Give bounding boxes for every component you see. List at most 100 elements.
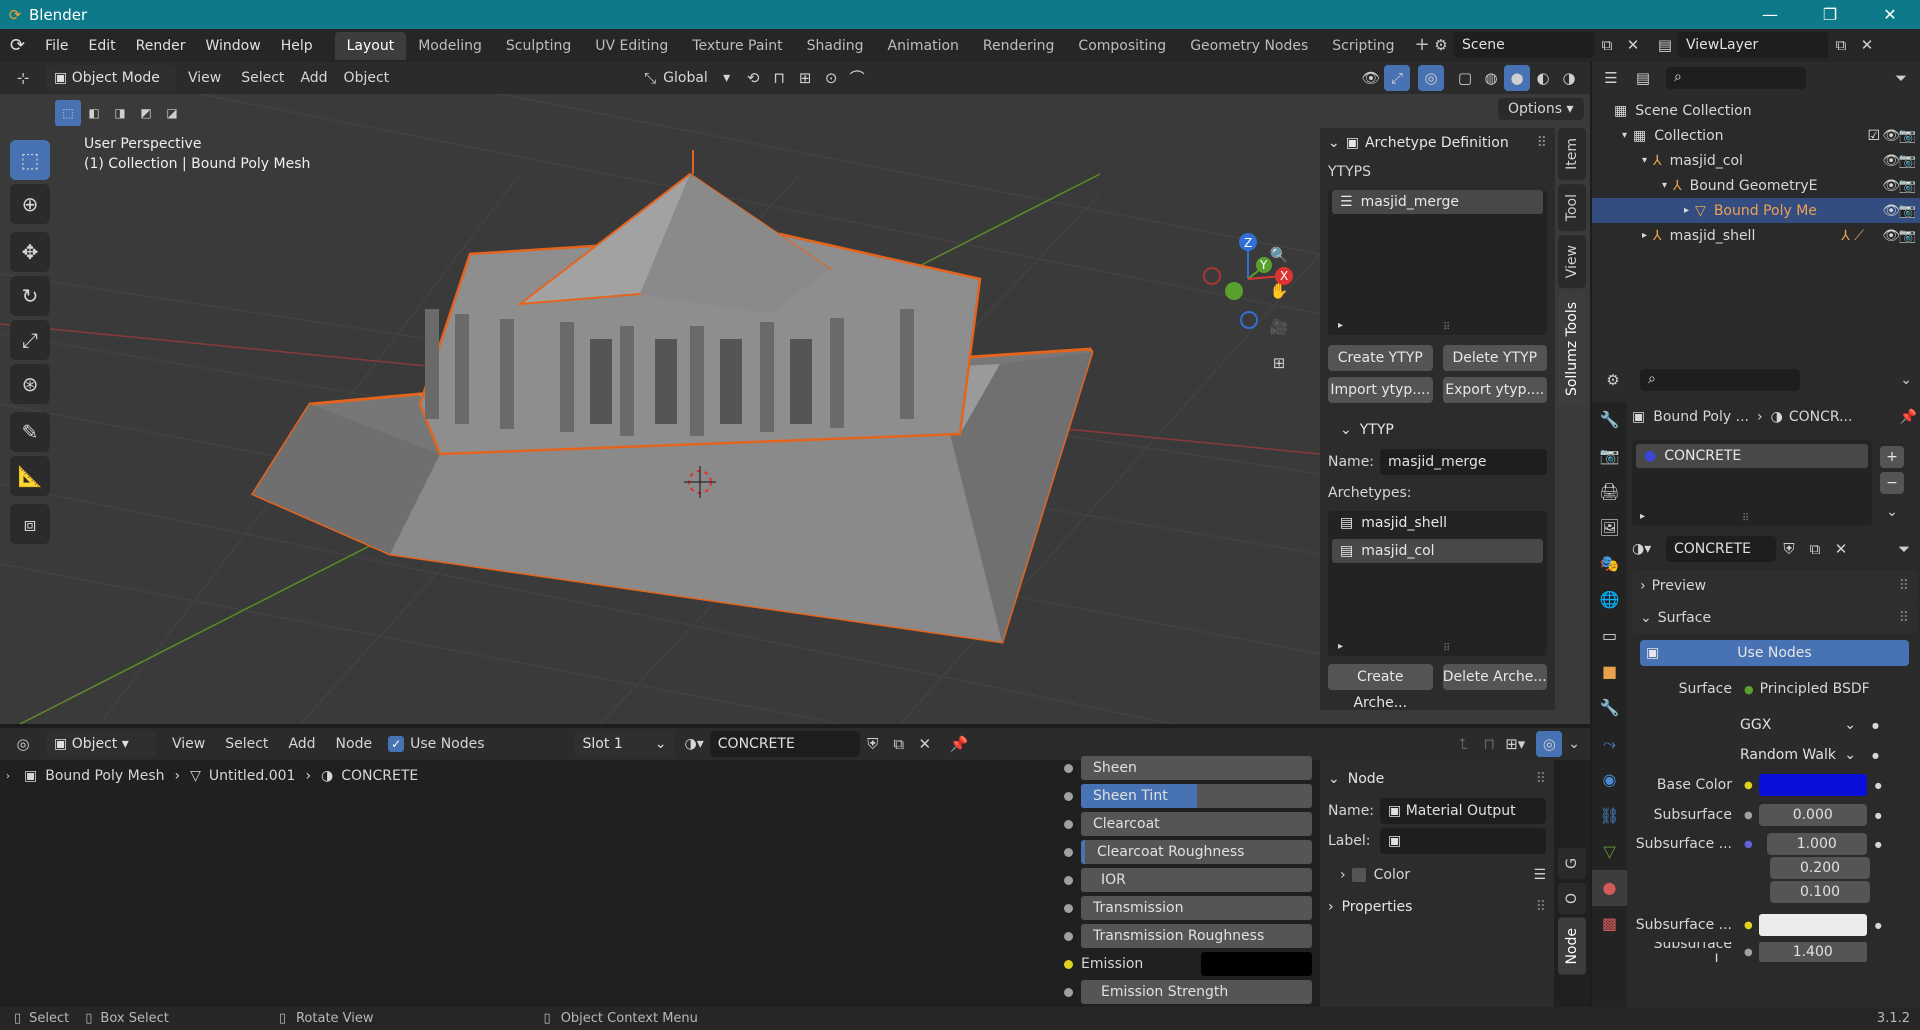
outliner-row-masjid-shell[interactable]: ▸ ⅄ masjid_shell ⅄ ⟋ 👁 📷 (1592, 223, 1920, 248)
transmission-field[interactable]: Transmission (1081, 896, 1312, 920)
outliner-row-bound-geometry[interactable]: ▾ ⅄ Bound GeometryE 👁 📷 (1592, 173, 1920, 198)
vp-menu-object[interactable]: Object (336, 70, 398, 86)
socket-icon[interactable] (1064, 847, 1073, 857)
node-name-input[interactable]: ▣ Material Output (1380, 798, 1546, 824)
solid-shading-icon[interactable]: ● (1504, 65, 1530, 91)
delete-archetype-button[interactable]: Delete Arche... (1442, 664, 1547, 690)
ne-menu-view[interactable]: View (156, 736, 215, 752)
subsurface-value-field[interactable]: 0.000 (1758, 804, 1867, 826)
options-dropdown[interactable]: Options ▾ (1498, 98, 1584, 120)
socket-icon[interactable] (1064, 903, 1073, 913)
outliner-row-masjid-col[interactable]: ▾ ⅄ masjid_col 👁 📷 (1592, 148, 1920, 173)
unlink-icon[interactable]: ✕ (1828, 536, 1854, 562)
tab-layout[interactable]: Layout (334, 31, 407, 60)
checkbox-icon[interactable]: ▣ (1346, 135, 1359, 151)
preview-section[interactable]: Preview (1652, 578, 1707, 594)
tab-g[interactable]: G (1558, 848, 1586, 879)
vp-menu-add[interactable]: Add (292, 70, 335, 86)
tab-compositing[interactable]: Compositing (1066, 32, 1178, 60)
drag-handle-icon[interactable]: ⠿ (1899, 610, 1909, 626)
socket-icon[interactable] (1064, 875, 1073, 885)
expand-icon[interactable]: ▾ (1622, 130, 1627, 141)
tab-geometry-nodes[interactable]: Geometry Nodes (1178, 32, 1320, 60)
ior-field[interactable]: IOR (1081, 868, 1312, 892)
create-archetype-button[interactable]: Create Arche... (1328, 664, 1433, 711)
overlay-toggle-icon[interactable]: ◎ (1536, 731, 1563, 757)
menu-help[interactable]: Help (271, 38, 323, 54)
vp-menu-select[interactable]: Select (233, 70, 292, 86)
node-editor-type-icon[interactable]: ◎ (10, 731, 36, 757)
blender-menu-icon[interactable]: ⟳ (0, 35, 35, 56)
subsurface-radius-y[interactable]: 0.200 (1770, 857, 1870, 879)
select-box-mode-icon[interactable]: ⬚ (55, 100, 81, 126)
eye-icon[interactable]: 👁 (1882, 128, 1900, 144)
ne-material-field[interactable]: CONCRETE (709, 731, 860, 757)
drag-handle-icon[interactable]: ⠿ (1536, 899, 1546, 915)
base-color-swatch[interactable] (1758, 774, 1867, 796)
tab-animation[interactable]: Animation (876, 32, 971, 60)
ytyp-list[interactable]: ☰ masjid_merge ▸ ⠿ (1328, 190, 1547, 335)
color-checkbox[interactable] (1351, 868, 1366, 882)
chevron-right-icon[interactable]: › (1640, 578, 1646, 594)
menu-window[interactable]: Window (196, 38, 271, 54)
chevron-down-icon[interactable]: ⌄ (1640, 610, 1652, 626)
fake-user-icon[interactable]: ⛨ (860, 731, 886, 757)
mode-select[interactable]: ▣ Object Mode ▾ (46, 65, 176, 106)
resize-handle-icon[interactable]: ⠿ (1443, 643, 1450, 654)
viewlayer-field[interactable]: ViewLayer (1678, 32, 1828, 58)
filter-icon[interactable]: ⏷ (1888, 65, 1914, 91)
node-input-row[interactable]: IOR (1064, 866, 1312, 894)
ortho-grid-icon[interactable]: ⊞ (1266, 350, 1292, 376)
outliner-row-bound-poly-mesh[interactable]: ▸ ▽ Bound Poly Me 👁 📷 (1592, 198, 1920, 223)
resize-handle-icon[interactable]: ⠿ (1443, 322, 1450, 333)
tab-uv-editing[interactable]: UV Editing (583, 32, 680, 60)
tab-sollumz-tools[interactable]: Sollumz Tools (1558, 292, 1586, 407)
expand-icon[interactable]: ▸ (1338, 320, 1343, 331)
new-viewlayer-icon[interactable]: ⧉ (1828, 32, 1854, 58)
scene-field[interactable]: Scene (1454, 32, 1594, 58)
material-slot-list[interactable]: ● CONCRETE ▸ ⠿ (1632, 440, 1872, 526)
camera-icon[interactable]: 📷 (1899, 178, 1916, 194)
new-scene-icon[interactable]: ⧉ (1594, 32, 1620, 58)
editor-type-icon[interactable]: ⊹ (10, 65, 36, 91)
gizmo-toggle-icon[interactable]: ⤢ (1384, 65, 1410, 91)
create-ytyp-button[interactable]: Create YTYP (1328, 345, 1433, 371)
snap-node-icon[interactable]: ⊞▾ (1502, 731, 1528, 757)
node-input-row[interactable]: Transmission Roughness (1064, 922, 1312, 950)
transmission-roughness-field[interactable]: Transmission Roughness (1081, 924, 1312, 948)
chevron-down-icon[interactable]: ⌄ (1328, 771, 1340, 787)
collection-tab-icon[interactable]: ▭ (1592, 618, 1627, 654)
camera-icon[interactable]: 📷 (1899, 203, 1916, 219)
scene-tab-icon[interactable]: 🎭 (1592, 546, 1627, 582)
visibility-icon[interactable]: 👁 (1358, 65, 1384, 91)
socket-icon[interactable] (1064, 987, 1073, 997)
subsurface-method-select[interactable]: Random Walk ⌄ (1732, 742, 1864, 768)
tool-tab-icon[interactable]: 🔧 (1592, 402, 1627, 438)
use-nodes-checkbox[interactable]: ✓ (388, 736, 405, 752)
minimize-button[interactable]: — (1740, 0, 1800, 29)
expand-icon[interactable]: ▸ (1684, 205, 1689, 216)
export-ytyp-button[interactable]: Export ytyp.... (1442, 377, 1547, 403)
delete-scene-icon[interactable]: ✕ (1620, 32, 1646, 58)
subsurface-radius-x[interactable]: 1.000 (1766, 833, 1867, 855)
chevron-right-icon[interactable]: › (1328, 899, 1334, 915)
archetype-list[interactable]: ▤ masjid_shell ▤ masjid_col ▸ ⠿ (1328, 511, 1547, 656)
delete-viewlayer-icon[interactable]: ✕ (1854, 32, 1880, 58)
checkbox-icon[interactable]: ☑ (1867, 128, 1880, 144)
display-mode-icon[interactable]: ▤ (1630, 65, 1656, 91)
zoom-icon[interactable]: 🔍 (1266, 242, 1292, 268)
pin-icon[interactable]: 📌 (946, 731, 972, 757)
physics-tab-icon[interactable]: ◉ (1592, 762, 1627, 798)
snap-target-icon[interactable]: ⊞ (792, 65, 818, 91)
drag-handle-icon[interactable]: ⠿ (1536, 771, 1546, 787)
close-button[interactable]: ✕ (1860, 0, 1920, 29)
overlay-toggle-icon[interactable]: ◎ (1418, 65, 1444, 91)
expand-icon[interactable]: ▸ (1338, 641, 1343, 652)
sheen-tint-field[interactable]: Sheen Tint (1081, 784, 1312, 808)
list-item[interactable]: ▤ masjid_shell (1332, 511, 1543, 535)
subsurface-ior-field[interactable]: 1.400 (1758, 942, 1867, 962)
list-item[interactable]: ☰ masjid_merge (1332, 190, 1543, 214)
list-item[interactable]: ● CONCRETE (1636, 444, 1868, 468)
texture-tab-icon[interactable]: ▩ (1592, 906, 1627, 942)
expand-icon[interactable]: ▾ (1642, 155, 1647, 166)
